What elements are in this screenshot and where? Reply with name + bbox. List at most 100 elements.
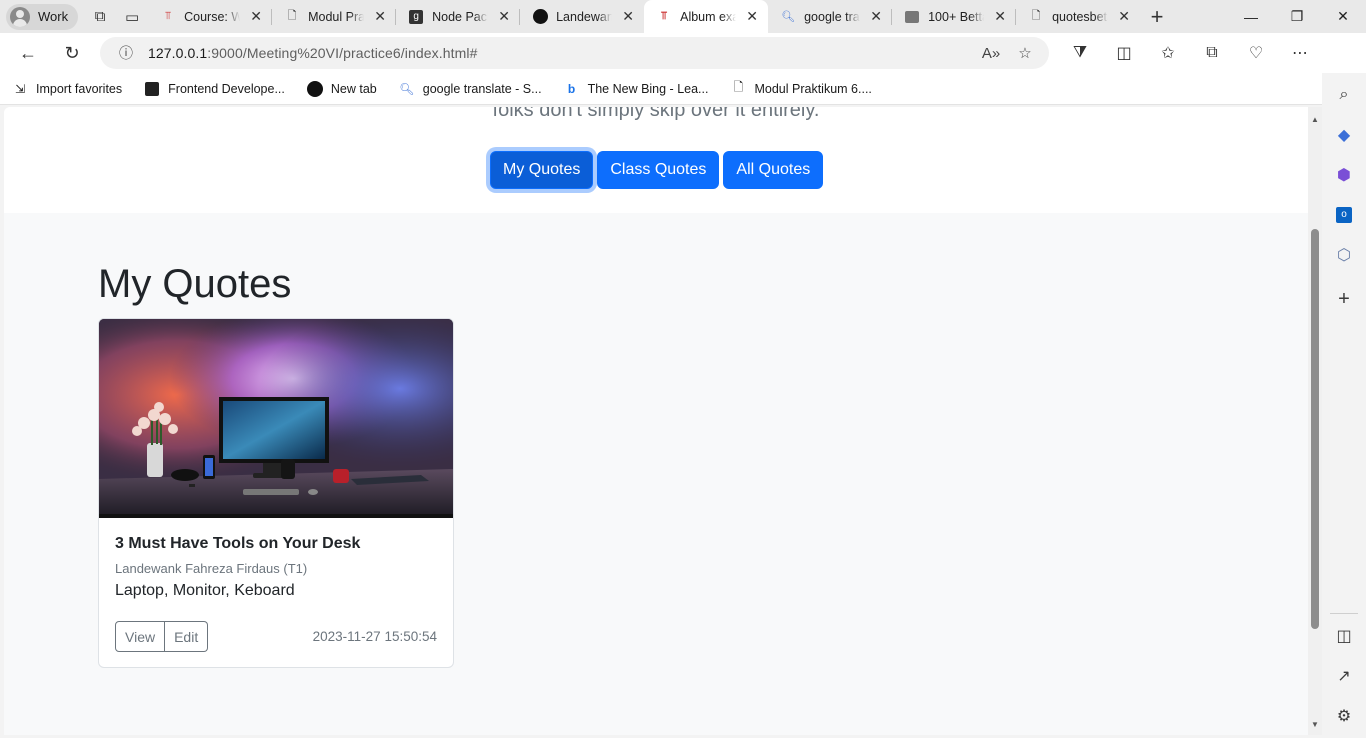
tab-course[interactable]: ⫪ Course: W… ✕ bbox=[148, 0, 273, 33]
favorite-modul[interactable]: 🗋 Modul Praktikum 6.... bbox=[730, 80, 872, 97]
tab-google-translate[interactable]: 🔍︎ google tra… ✕ bbox=[768, 0, 893, 33]
split-screen-icon[interactable]: ◫ bbox=[1102, 37, 1146, 69]
card-actions: View Edit bbox=[115, 621, 209, 652]
browser-essentials-icon[interactable]: ♡ bbox=[1234, 37, 1278, 69]
document-favicon: 🗋 bbox=[1031, 10, 1041, 22]
office-icon[interactable]: ⬢ bbox=[1334, 165, 1354, 185]
tab-title: quotesbeta… bbox=[1052, 9, 1108, 24]
desk-setup-image bbox=[99, 319, 453, 518]
image-favicon bbox=[904, 9, 920, 25]
page-viewport: folks don't simply skip over it entirely… bbox=[4, 107, 1308, 735]
window-controls: — ❐ ✕ bbox=[1228, 0, 1366, 33]
tab-betta[interactable]: 100+ Betta… ✕ bbox=[892, 0, 1017, 33]
read-aloud-icon[interactable]: A» bbox=[977, 45, 1005, 62]
profile-button[interactable]: Work bbox=[6, 3, 79, 30]
open-external-icon[interactable]: ↗ bbox=[1334, 666, 1354, 686]
close-tab-icon[interactable]: ✕ bbox=[496, 8, 512, 25]
tab-quotesbeta[interactable]: 🗋 quotesbeta… ✕ bbox=[1016, 0, 1140, 33]
close-tab-icon[interactable]: ✕ bbox=[868, 8, 884, 25]
close-tab-icon[interactable]: ✕ bbox=[372, 8, 388, 25]
outlook-icon[interactable]: o bbox=[1334, 205, 1354, 225]
class-quotes-button[interactable]: Class Quotes bbox=[597, 151, 720, 189]
search-icon[interactable]: ⌕ bbox=[1334, 85, 1354, 105]
close-tab-icon[interactable]: ✕ bbox=[1116, 8, 1132, 25]
edit-button[interactable]: Edit bbox=[165, 621, 209, 652]
frontend-icon bbox=[144, 81, 160, 97]
view-button[interactable]: View bbox=[115, 621, 166, 652]
favorite-frontend[interactable]: Frontend Develope... bbox=[144, 81, 285, 97]
favorite-star-icon[interactable]: ☆ bbox=[1011, 44, 1039, 62]
designer-icon[interactable]: ⬡ bbox=[1334, 245, 1354, 265]
restore-icon[interactable]: ❐ bbox=[1274, 0, 1320, 33]
browser-toolbar: ← ↻ ⓘ 127.0.0.1:9000/Meeting%20VI/practi… bbox=[0, 33, 1366, 99]
favorite-google-translate[interactable]: 🔍︎ google translate - S... bbox=[399, 81, 541, 97]
profile-label: Work bbox=[38, 9, 69, 24]
close-tab-icon[interactable]: ✕ bbox=[620, 8, 636, 25]
node-favicon: g bbox=[408, 9, 424, 25]
settings-gear-icon[interactable]: ⚙ bbox=[1334, 706, 1354, 726]
edge-sidebar: ⌕ ◆ ⬢ o ⬡ + ◫ ↗ ⚙ bbox=[1322, 73, 1366, 738]
sidebar-divider bbox=[1330, 613, 1358, 614]
tab-title: Course: W… bbox=[184, 9, 241, 24]
document-icon: 🗋 bbox=[733, 80, 744, 94]
import-icon: ⇲ bbox=[14, 81, 26, 96]
close-window-icon[interactable]: ✕ bbox=[1320, 0, 1366, 33]
favorite-new-tab[interactable]: New tab bbox=[306, 80, 377, 97]
extensions-icon[interactable]: ⧩ bbox=[1058, 37, 1102, 69]
tab-title: Album exa… bbox=[680, 9, 737, 24]
tab-actions-icon[interactable]: ▭ bbox=[116, 3, 148, 31]
search-icon: 🔍︎ bbox=[399, 81, 415, 96]
tab-title: 100+ Betta… bbox=[928, 9, 984, 24]
tab-album-active[interactable]: ⫪ Album exa… ✕ bbox=[644, 0, 769, 33]
course-favicon: ⫪ bbox=[165, 10, 172, 22]
my-quotes-button[interactable]: My Quotes bbox=[490, 151, 594, 189]
favorite-import[interactable]: ⇲ Import favorites bbox=[12, 81, 122, 97]
hero-section: folks don't simply skip over it entirely… bbox=[4, 107, 1308, 213]
refresh-button[interactable]: ↻ bbox=[54, 37, 90, 69]
scroll-down-icon[interactable]: ▼ bbox=[1310, 720, 1320, 729]
workspaces-icon[interactable]: ⧉ bbox=[84, 3, 116, 31]
scrollbar-thumb[interactable] bbox=[1311, 229, 1319, 629]
bing-icon: b bbox=[567, 81, 576, 96]
quote-card: 3 Must Have Tools on Your Desk Landewank… bbox=[98, 318, 454, 668]
favorite-bing[interactable]: b The New Bing - Lea... bbox=[564, 81, 709, 97]
page-scrollbar[interactable]: ▲ ▼ bbox=[1308, 107, 1322, 735]
tab-title: Landewank… bbox=[556, 9, 613, 24]
new-tab-button[interactable]: + bbox=[1140, 3, 1174, 31]
back-button[interactable]: ← bbox=[10, 37, 46, 69]
scroll-up-icon[interactable]: ▲ bbox=[1310, 115, 1320, 124]
add-sidebar-app-icon[interactable]: + bbox=[1334, 288, 1354, 310]
tab-node[interactable]: g Node Pack… ✕ bbox=[396, 0, 521, 33]
hide-sidebar-icon[interactable]: ◫ bbox=[1334, 626, 1354, 646]
close-tab-icon[interactable]: ✕ bbox=[248, 8, 264, 25]
card-author: Landewank Fahreza Firdaus (T1) bbox=[115, 561, 308, 576]
card-text: Laptop, Monitor, Keboard bbox=[115, 582, 295, 599]
close-tab-icon[interactable]: ✕ bbox=[992, 8, 1008, 25]
quote-filter-buttons: My Quotes Class Quotes All Quotes bbox=[490, 151, 824, 189]
section-title: My Quotes bbox=[98, 262, 292, 306]
tab-modul[interactable]: 🗋 Modul Pra… ✕ bbox=[272, 0, 397, 33]
card-image bbox=[99, 319, 453, 518]
tab-strip: Work ⧉ ▭ ⫪ Course: W… ✕ 🗋 Modul Pra… ✕ g… bbox=[0, 0, 1366, 33]
tab-title: Modul Pra… bbox=[308, 9, 365, 24]
more-menu-icon[interactable]: ⋯ bbox=[1278, 37, 1322, 69]
address-bar[interactable]: ⓘ 127.0.0.1:9000/Meeting%20VI/practice6/… bbox=[100, 37, 1049, 69]
close-tab-icon[interactable]: ✕ bbox=[744, 8, 760, 25]
favorites-icon[interactable]: ✩ bbox=[1146, 37, 1190, 69]
tab-title: google tra… bbox=[804, 9, 860, 24]
site-info-icon[interactable]: ⓘ bbox=[110, 43, 142, 63]
album-favicon: ⫪ bbox=[661, 10, 668, 22]
collections-icon[interactable]: ⧉ bbox=[1190, 37, 1234, 69]
minimize-icon[interactable]: — bbox=[1228, 0, 1274, 33]
avatar-icon bbox=[10, 6, 30, 27]
tab-github[interactable]: Landewank… ✕ bbox=[520, 0, 644, 33]
search-favicon: 🔍︎ bbox=[781, 11, 796, 23]
card-title: 3 Must Have Tools on Your Desk bbox=[115, 535, 361, 552]
github-favicon bbox=[532, 9, 548, 25]
card-body: 3 Must Have Tools on Your Desk Landewank… bbox=[115, 535, 437, 600]
shopping-tag-icon[interactable]: ◆ bbox=[1334, 125, 1354, 145]
hero-lead-text: folks don't simply skip over it entirely… bbox=[492, 107, 820, 121]
all-quotes-button[interactable]: All Quotes bbox=[723, 151, 824, 189]
address-url[interactable]: 127.0.0.1:9000/Meeting%20VI/practice6/in… bbox=[148, 45, 477, 61]
document-favicon: 🗋 bbox=[287, 10, 297, 22]
